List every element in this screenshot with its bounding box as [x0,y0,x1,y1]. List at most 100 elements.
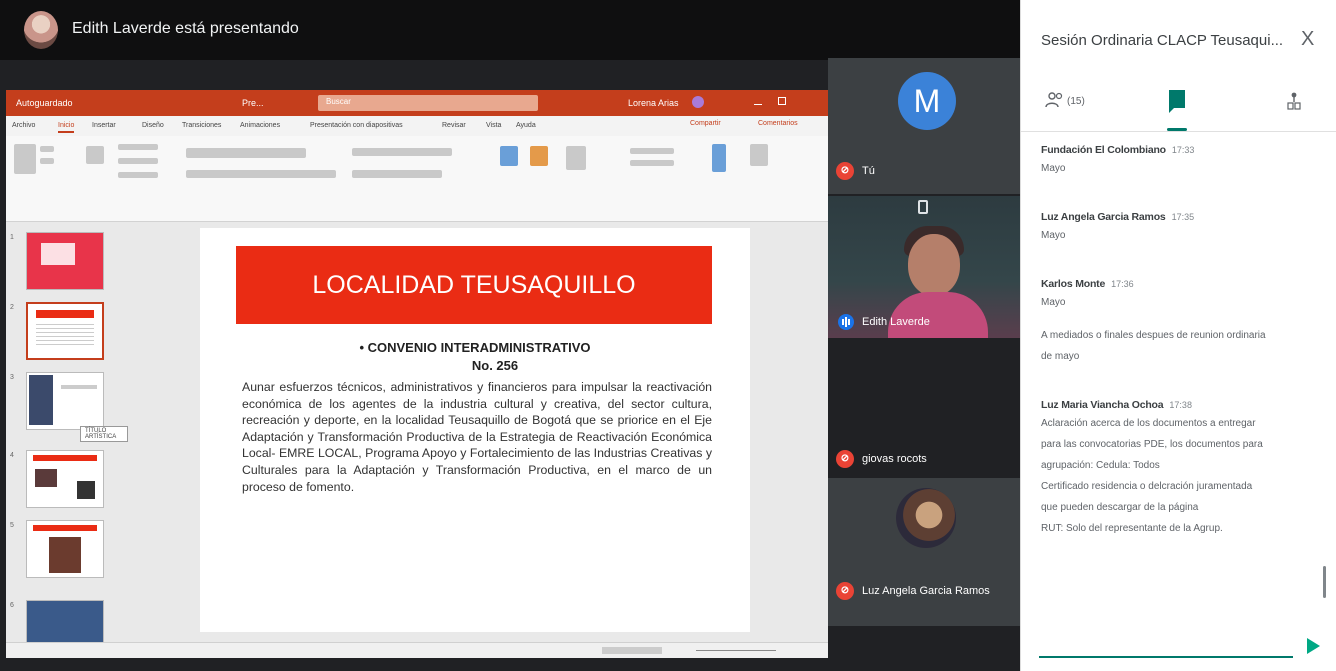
participant-tile-me[interactable]: M ⊘ Tú [828,58,1020,194]
layout-icon [118,144,158,150]
thumb-number: 1 [10,234,14,241]
message-text: Certificado residencia o delcración jura… [1041,481,1253,492]
tab-insertar: Insertar [92,122,116,129]
message-sender: Fundación El Colombiano [1041,144,1166,156]
font-family-select [186,148,306,158]
message-time: 17:35 [1171,212,1195,222]
tab-revisar: Revisar [442,122,466,129]
participant-tile-giovas[interactable]: ⊘ giovas rocots [828,340,1020,476]
close-window-icon [804,97,812,105]
send-icon[interactable] [1307,638,1320,654]
arrange-icon [530,146,548,166]
participant-tile-edith[interactable]: Edith Laverde [828,196,1020,338]
activities-icon[interactable] [1287,92,1301,110]
slide-subtitle: • CONVENIO INTERADMINISTRATIVO [359,340,591,355]
find-icon [630,148,674,154]
share-button: Compartir [690,120,721,127]
ppt-ribbon-tabs: Archivo Inicio Insertar Diseño Transicio… [6,116,828,136]
slide-thumbnail [26,232,104,290]
message-sender: Luz Angela Garcia Ramos [1041,211,1166,223]
message-text: agrupación: Cedula: Todos [1041,460,1160,471]
slide-thumbnail [26,372,104,430]
mic-off-icon: ⊘ [836,162,854,180]
message-text: para las convocatorias PDE, los document… [1041,439,1263,450]
ppt-user-avatar [692,96,704,108]
chat-message: Luz Angela Garcia Ramos 17:35 Mayo [1041,207,1311,246]
participant-name: Luz Angela Garcia Ramos [862,585,990,597]
mic-off-icon: ⊘ [836,582,854,600]
participant-video-face [908,234,960,296]
paragraph-icons [352,148,452,156]
presenter-label: Edith Laverde está presentando [72,20,299,37]
file-name: Pre... [242,98,264,108]
thumb-number: 5 [10,522,14,529]
tab-ayuda: Ayuda [516,122,536,129]
message-text: Mayo [1041,297,1066,308]
slide-number-label: No. 256 [471,358,519,373]
participant-name: Edith Laverde [862,316,930,328]
chat-message: Luz Maria Vianchа Ochoa 17:38 Aclaración … [1041,395,1311,539]
reset-icon [118,158,158,164]
slide-thumbnail [26,520,104,578]
message-sender: Luz Maria Vianchа Ochoa [1041,399,1164,411]
tab-inicio: Inicio [58,122,75,133]
chat-panel: Sesión Ordinaria CLACP Teusaqui... X (15… [1020,0,1336,671]
cut-icon [40,146,54,152]
comments-button: Comentarios [758,120,798,127]
align-icons [352,170,442,178]
quick-styles-icon [566,146,586,170]
slide-title: LOCALIDAD TEUSAQUILLO [236,246,712,324]
maximize-icon [778,97,786,105]
thumb-number: 6 [10,602,14,609]
copy-icon [40,158,54,164]
people-count[interactable]: (15) [1067,96,1085,107]
designer-icon [750,144,768,166]
message-text: que pueden descargar de la página [1041,502,1199,513]
slide-thumbnail-selected [26,302,104,360]
message-text: Aclaración acerca de los documentos a en… [1041,418,1256,429]
presenter-bar: Edith Laverde está presentando [0,0,1020,60]
ppt-user-name: Lorena Arias [628,98,679,108]
mic-off-icon: ⊘ [836,450,854,468]
message-time: 17:38 [1169,400,1192,410]
chat-message-input[interactable] [1039,628,1293,658]
paste-icon [14,144,36,174]
close-panel-button[interactable]: X [1301,28,1314,51]
ppt-ribbon [6,136,828,222]
presenting-icon [918,200,928,214]
message-time: 17:36 [1111,279,1134,289]
participant-name: giovas rocots [862,453,927,465]
current-slide: LOCALIDAD TEUSAQUILLO • CONVENIO INTERAD… [200,228,750,632]
new-slide-icon [86,146,104,164]
thumb-number: 3 [10,374,14,381]
shapes-icon [500,146,518,166]
chat-scrollbar[interactable] [1323,566,1326,598]
minimize-icon [754,97,762,105]
ppt-search-box: Buscar [318,95,538,111]
dictate-icon [712,144,726,172]
thumbnail-tooltip: TÍTULO ARTÍSTICA [80,426,128,442]
participant-tile-luz[interactable]: ⊘ Luz Angela Garcia Ramos [828,478,1020,626]
message-sender: Karlos Monte [1041,278,1106,290]
autosave-label: Autoguardado [16,98,73,108]
message-time: 17:33 [1171,145,1195,155]
slide-thumbnail [26,450,104,508]
slide-body-text: Aunar esfuerzos técnicos, administrativo… [242,380,712,494]
message-text: A mediados o finales despues de reunion … [1041,330,1266,341]
chat-input-wrapper [1039,628,1293,658]
meeting-title: Sesión Ordinaria CLACP Teusaqui... [1041,32,1284,49]
tab-vista: Vista [486,122,502,129]
chat-icon[interactable] [1169,90,1185,113]
divider [1021,131,1336,132]
message-text: Mayo [1041,163,1066,174]
slide-canvas: LOCALIDAD TEUSAQUILLO • CONVENIO INTERAD… [128,222,828,642]
section-icon [118,172,158,178]
chat-message: Fundación El Colombiano 17:33 Mayo [1041,140,1311,179]
tab-archivo: Archivo [12,122,36,129]
participant-name: Tú [862,165,875,177]
people-icon[interactable] [1045,92,1065,108]
chat-message: Karlos Monte 17:36 Mayo A mediados o fina… [1041,274,1311,367]
replace-icon [630,160,674,166]
ppt-search-placeholder: Buscar [326,97,351,106]
meeting-area: Edith Laverde está presentando Autoguard… [0,0,1020,671]
